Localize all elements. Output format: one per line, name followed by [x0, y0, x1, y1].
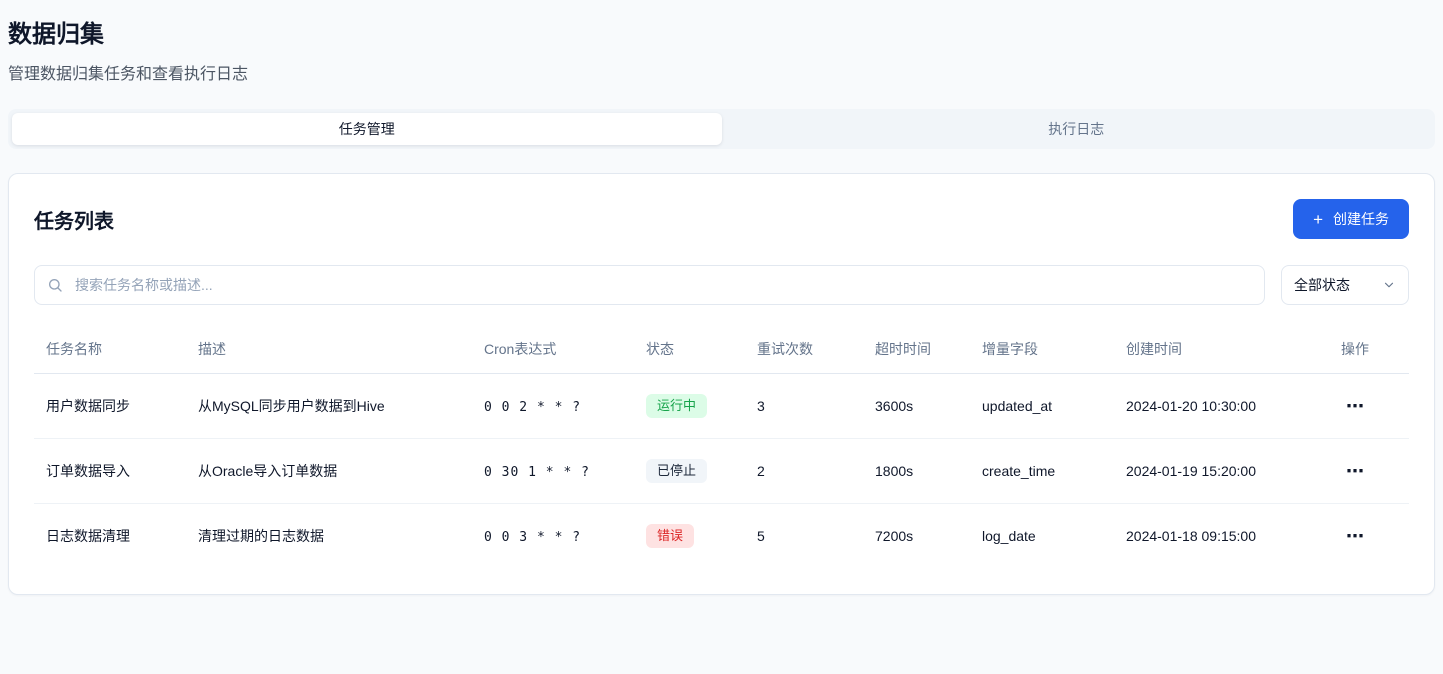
tab-execution-logs[interactable]: 执行日志 [722, 113, 1432, 145]
search-icon [47, 277, 63, 293]
timeout-cell: 7200s [863, 504, 970, 569]
status-filter-select[interactable]: 全部状态 [1281, 265, 1409, 305]
incremental-field-cell: updated_at [970, 374, 1114, 439]
table-row: 订单数据导入 从Oracle导入订单数据 0 30 1 * * ? 已停止 2 … [34, 439, 1409, 504]
actions-cell: ⋯ [1324, 439, 1409, 504]
more-horizontal-icon: ⋯ [1346, 461, 1365, 481]
task-table-body: 用户数据同步 从MySQL同步用户数据到Hive 0 0 2 * * ? 运行中… [34, 374, 1409, 569]
timeout-cell: 1800s [863, 439, 970, 504]
status-cell: 运行中 [634, 374, 745, 439]
actions-cell: ⋯ [1324, 504, 1409, 569]
task-name-cell: 日志数据清理 [34, 504, 186, 569]
timeout-cell: 3600s [863, 374, 970, 439]
more-horizontal-icon: ⋯ [1346, 526, 1365, 546]
status-badge: 错误 [646, 524, 694, 548]
status-cell: 已停止 [634, 439, 745, 504]
chevron-down-icon [1382, 278, 1396, 292]
page-subtitle: 管理数据归集任务和查看执行日志 [8, 60, 1435, 84]
created-at-cell: 2024-01-19 15:20:00 [1114, 439, 1324, 504]
col-status: 状态 [634, 325, 745, 374]
col-actions: 操作 [1324, 325, 1409, 374]
row-actions-button[interactable]: ⋯ [1342, 395, 1369, 417]
toolbar: 全部状态 [34, 265, 1409, 305]
tab-task-management[interactable]: 任务管理 [12, 113, 722, 145]
row-actions-button[interactable]: ⋯ [1342, 460, 1369, 482]
task-list-card: 任务列表 + 创建任务 全部状态 [8, 173, 1435, 595]
tabs-bar: 任务管理 执行日志 [8, 109, 1435, 149]
search-input[interactable] [34, 265, 1265, 305]
status-cell: 错误 [634, 504, 745, 569]
col-created-at: 创建时间 [1114, 325, 1324, 374]
create-task-button[interactable]: + 创建任务 [1293, 199, 1409, 239]
task-name-cell: 订单数据导入 [34, 439, 186, 504]
task-table: 任务名称 描述 Cron表达式 状态 重试次数 超时时间 增量字段 创建时间 操… [34, 325, 1409, 569]
task-description-cell: 从MySQL同步用户数据到Hive [186, 374, 472, 439]
plus-icon: + [1313, 211, 1323, 228]
card-title: 任务列表 [34, 205, 114, 234]
search-box [34, 265, 1265, 305]
table-row: 用户数据同步 从MySQL同步用户数据到Hive 0 0 2 * * ? 运行中… [34, 374, 1409, 439]
table-header-row: 任务名称 描述 Cron表达式 状态 重试次数 超时时间 增量字段 创建时间 操… [34, 325, 1409, 374]
incremental-field-cell: create_time [970, 439, 1114, 504]
status-badge: 已停止 [646, 459, 707, 483]
cron-expression-cell: 0 0 2 * * ? [472, 374, 634, 439]
data-collection-page: 数据归集 管理数据归集任务和查看执行日志 任务管理 执行日志 任务列表 + 创建… [0, 14, 1443, 595]
col-cron: Cron表达式 [472, 325, 634, 374]
actions-cell: ⋯ [1324, 374, 1409, 439]
retries-cell: 5 [745, 504, 863, 569]
cron-expression-cell: 0 0 3 * * ? [472, 504, 634, 569]
incremental-field-cell: log_date [970, 504, 1114, 569]
created-at-cell: 2024-01-18 09:15:00 [1114, 504, 1324, 569]
more-horizontal-icon: ⋯ [1346, 396, 1365, 416]
page-title: 数据归集 [8, 14, 1435, 49]
cron-expression-cell: 0 30 1 * * ? [472, 439, 634, 504]
col-incremental-field: 增量字段 [970, 325, 1114, 374]
col-task-name: 任务名称 [34, 325, 186, 374]
table-row: 日志数据清理 清理过期的日志数据 0 0 3 * * ? 错误 5 7200s … [34, 504, 1409, 569]
col-description: 描述 [186, 325, 472, 374]
status-badge: 运行中 [646, 394, 707, 418]
retries-cell: 2 [745, 439, 863, 504]
card-header: 任务列表 + 创建任务 [34, 199, 1409, 239]
created-at-cell: 2024-01-20 10:30:00 [1114, 374, 1324, 439]
task-name-cell: 用户数据同步 [34, 374, 186, 439]
col-retries: 重试次数 [745, 325, 863, 374]
col-timeout: 超时时间 [863, 325, 970, 374]
row-actions-button[interactable]: ⋯ [1342, 525, 1369, 547]
retries-cell: 3 [745, 374, 863, 439]
task-description-cell: 从Oracle导入订单数据 [186, 439, 472, 504]
create-task-label: 创建任务 [1333, 209, 1389, 229]
task-description-cell: 清理过期的日志数据 [186, 504, 472, 569]
status-filter-value: 全部状态 [1294, 275, 1350, 295]
